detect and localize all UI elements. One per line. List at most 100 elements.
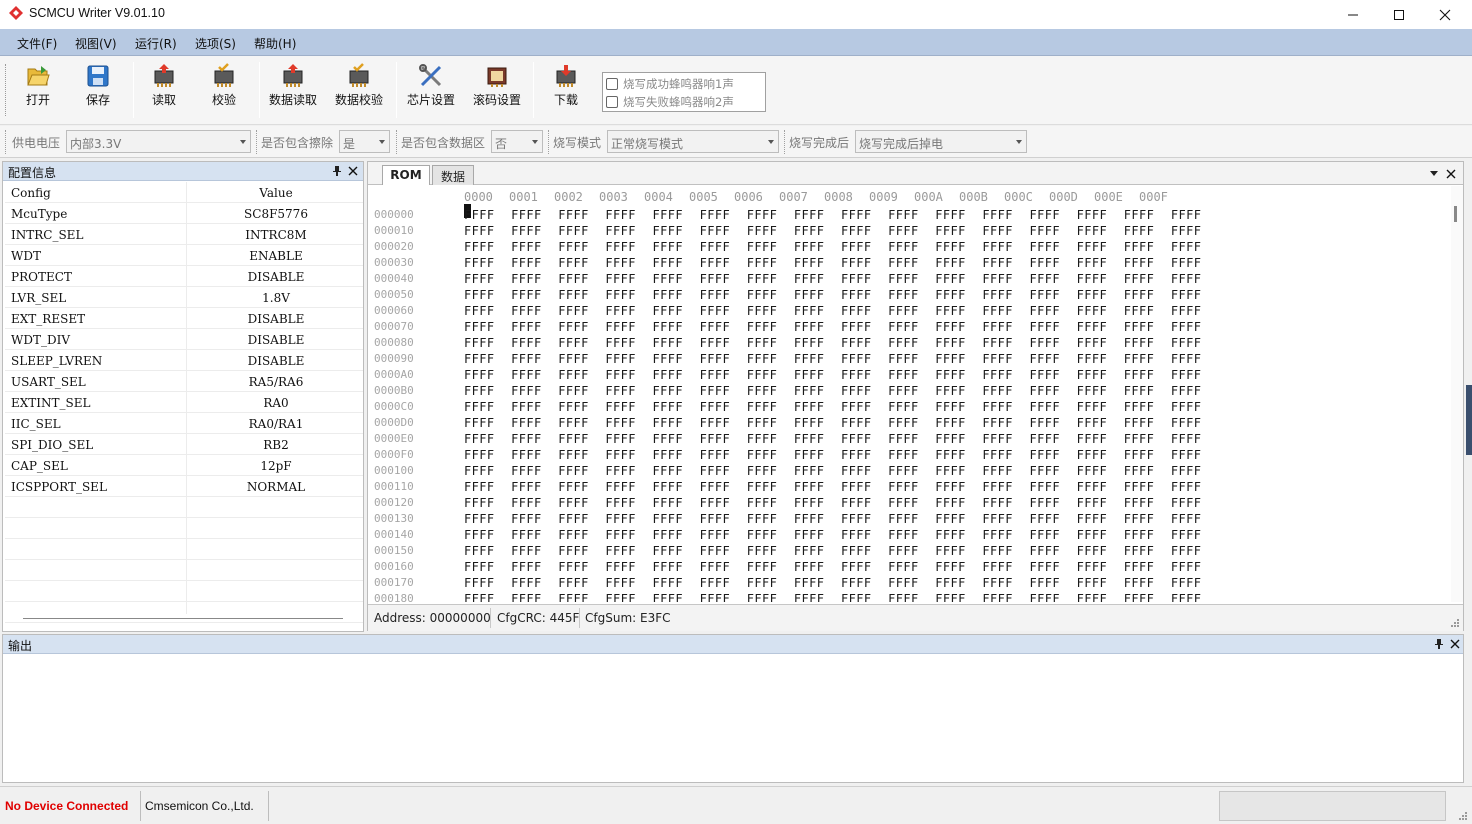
config-value[interactable]: DISABLE [189,333,363,347]
hex-column-label: 000D [1049,190,1078,204]
config-value[interactable]: RA5/RA6 [189,375,363,389]
beep-fail-option[interactable]: 烧写失败蜂鸣器响2声 [606,94,734,110]
config-value[interactable]: DISABLE [189,312,363,326]
options-separator [256,130,257,154]
config-row[interactable]: ICSPPORT_SEL NORMAL [5,476,363,497]
config-row[interactable]: INTRC_SEL INTRC8M [5,224,363,245]
chip-settings-button[interactable]: 芯片设置 [399,63,463,119]
config-value[interactable]: SC8F5776 [189,207,363,221]
config-row[interactable]: EXTINT_SEL RA0 [5,392,363,413]
config-row[interactable]: WDT_DIV DISABLE [5,329,363,350]
config-value[interactable]: 1.8V [189,291,363,305]
hex-row-data[interactable]: FFFF FFFF FFFF FFFF FFFF FFFF FFFF FFFF … [464,336,1201,350]
hex-row-address: 000050 [374,288,414,301]
resize-grip-icon[interactable] [1458,811,1468,821]
minimize-button[interactable] [1330,0,1376,29]
hex-row-data[interactable]: FFFF FFFF FFFF FFFF FFFF FFFF FFFF FFFF … [464,448,1201,462]
close-icon[interactable] [348,166,358,176]
hex-editor[interactable]: 0000 0001 0002 0003 0004 0005 0006 0007 0008 0009… [368,186,1449,602]
hex-row-data[interactable]: FFFF FFFF FFFF FFFF FFFF FFFF FFFF FFFF … [464,416,1201,430]
hex-row-data[interactable]: FFFF FFFF FFFF FFFF FFFF FFFF FFFF FFFF … [464,560,1201,574]
config-row[interactable]: EXT_RESET DISABLE [5,308,363,329]
download-button[interactable]: 下载 [534,63,598,119]
config-value[interactable]: NORMAL [189,480,363,494]
beep-success-checkbox[interactable] [606,78,618,90]
pin-icon[interactable] [1434,638,1444,650]
erase-select[interactable]: 是 [339,130,390,153]
menu-view[interactable]: 视图(V) [75,35,117,52]
hex-row-data[interactable]: FFFF FFFF FFFF FFFF FFFF FFFF FFFF FFFF … [464,320,1201,334]
config-scrollbar[interactable] [23,618,343,619]
hex-row-data[interactable]: FFFF FFFF FFFF FFFF FFFF FFFF FFFF FFFF … [464,544,1201,558]
chevron-down-icon[interactable] [1429,171,1439,177]
hex-row-data[interactable]: FFFF FFFF FFFF FFFF FFFF FFFF FFFF FFFF … [464,240,1201,254]
mode-select[interactable]: 正常烧写模式 [607,130,779,153]
config-value[interactable]: 12pF [189,459,363,473]
hex-row-data[interactable]: FFFF FFFF FFFF FFFF FFFF FFFF FFFF FFFF … [464,480,1201,494]
config-value[interactable]: RA0 [189,396,363,410]
config-row[interactable]: CAP_SEL 12pF [5,455,363,476]
hex-row-data[interactable]: FFFF FFFF FFFF FFFF FFFF FFFF FFFF FFFF … [464,272,1201,286]
config-row[interactable]: IIC_SEL RA0/RA1 [5,413,363,434]
hex-row-data[interactable]: FFFF FFFF FFFF FFFF FFFF FFFF FFFF FFFF … [464,512,1201,526]
verify-button[interactable]: 校验 [192,63,256,119]
rolling-code-button[interactable]: 滚码设置 [465,63,529,119]
close-button[interactable] [1422,0,1468,29]
options-grip[interactable] [5,130,6,154]
config-value[interactable]: RB2 [189,438,363,452]
hex-row-data[interactable]: FFFF FFFF FFFF FFFF FFFF FFFF FFFF FFFF … [464,304,1201,318]
tab-rom[interactable]: ROM [382,165,430,185]
menu-options[interactable]: 选项(S) [195,35,236,52]
menu-file[interactable]: 文件(F) [17,35,57,52]
hex-row-data[interactable]: FFFF FFFF FFFF FFFF FFFF FFFF FFFF FFFF … [464,528,1201,542]
hex-row-data[interactable]: FFFF FFFF FFFF FFFF FFFF FFFF FFFF FFFF … [464,208,1201,222]
menu-run[interactable]: 运行(R) [135,35,177,52]
hex-row-data[interactable]: FFFF FFFF FFFF FFFF FFFF FFFF FFFF FFFF … [464,288,1201,302]
config-row[interactable]: McuType SC8F5776 [5,203,363,224]
data-read-button[interactable]: 数据读取 [261,63,325,119]
config-row[interactable]: USART_SEL RA5/RA6 [5,371,363,392]
hex-column-label: 0000 [464,190,493,204]
config-row[interactable]: WDT ENABLE [5,245,363,266]
hex-row-data[interactable]: FFFF FFFF FFFF FFFF FFFF FFFF FFFF FFFF … [464,464,1201,478]
close-icon[interactable] [1450,639,1460,649]
pin-icon[interactable] [332,165,342,177]
config-value[interactable]: RA0/RA1 [189,417,363,431]
config-value[interactable]: ENABLE [189,249,363,263]
scrollbar-thumb[interactable] [1454,206,1457,222]
open-button[interactable]: 打开 [6,63,70,119]
save-button[interactable]: 保存 [66,63,130,119]
beep-fail-checkbox[interactable] [606,96,618,108]
maximize-button[interactable] [1376,0,1422,29]
hex-row-data[interactable]: FFFF FFFF FFFF FFFF FFFF FFFF FFFF FFFF … [464,496,1201,510]
hex-row-data[interactable]: FFFF FFFF FFFF FFFF FFFF FFFF FFFF FFFF … [464,368,1201,382]
hex-row-data[interactable]: FFFF FFFF FFFF FFFF FFFF FFFF FFFF FFFF … [464,384,1201,398]
hex-row-data[interactable]: FFFF FFFF FFFF FFFF FFFF FFFF FFFF FFFF … [464,592,1201,602]
after-select[interactable]: 烧写完成后掉电 [855,130,1027,153]
config-value[interactable]: DISABLE [189,354,363,368]
menu-help[interactable]: 帮助(H) [254,35,296,52]
hex-row-data[interactable]: FFFF FFFF FFFF FFFF FFFF FFFF FFFF FFFF … [464,256,1201,270]
config-row[interactable]: SLEEP_LVREN DISABLE [5,350,363,371]
verify-label: 校验 [211,93,236,107]
tab-data[interactable]: 数据 [432,165,474,185]
hex-vertical-scrollbar[interactable] [1451,186,1463,602]
config-row[interactable]: LVR_SEL 1.8V [5,287,363,308]
hex-row-data[interactable]: FFFF FFFF FFFF FFFF FFFF FFFF FFFF FFFF … [464,224,1201,238]
close-icon[interactable] [1446,169,1456,179]
config-key: LVR_SEL [11,291,67,305]
config-row[interactable]: SPI_DIO_SEL RB2 [5,434,363,455]
data-verify-button[interactable]: 数据校验 [327,63,391,119]
beep-success-option[interactable]: 烧写成功蜂鸣器响1声 [606,76,734,92]
config-row[interactable]: PROTECT DISABLE [5,266,363,287]
resize-grip-icon[interactable] [1450,618,1460,628]
config-value[interactable]: DISABLE [189,270,363,284]
hex-row-data[interactable]: FFFF FFFF FFFF FFFF FFFF FFFF FFFF FFFF … [464,432,1201,446]
config-value[interactable]: INTRC8M [189,228,363,242]
hex-row-data[interactable]: FFFF FFFF FFFF FFFF FFFF FFFF FFFF FFFF … [464,576,1201,590]
hex-row-data[interactable]: FFFF FFFF FFFF FFFF FFFF FFFF FFFF FFFF … [464,352,1201,366]
hex-row-data[interactable]: FFFF FFFF FFFF FFFF FFFF FFFF FFFF FFFF … [464,400,1201,414]
voltage-select[interactable]: 内部3.3V [66,130,251,153]
data-area-select[interactable]: 否 [491,130,543,153]
read-button[interactable]: 读取 [132,63,196,119]
